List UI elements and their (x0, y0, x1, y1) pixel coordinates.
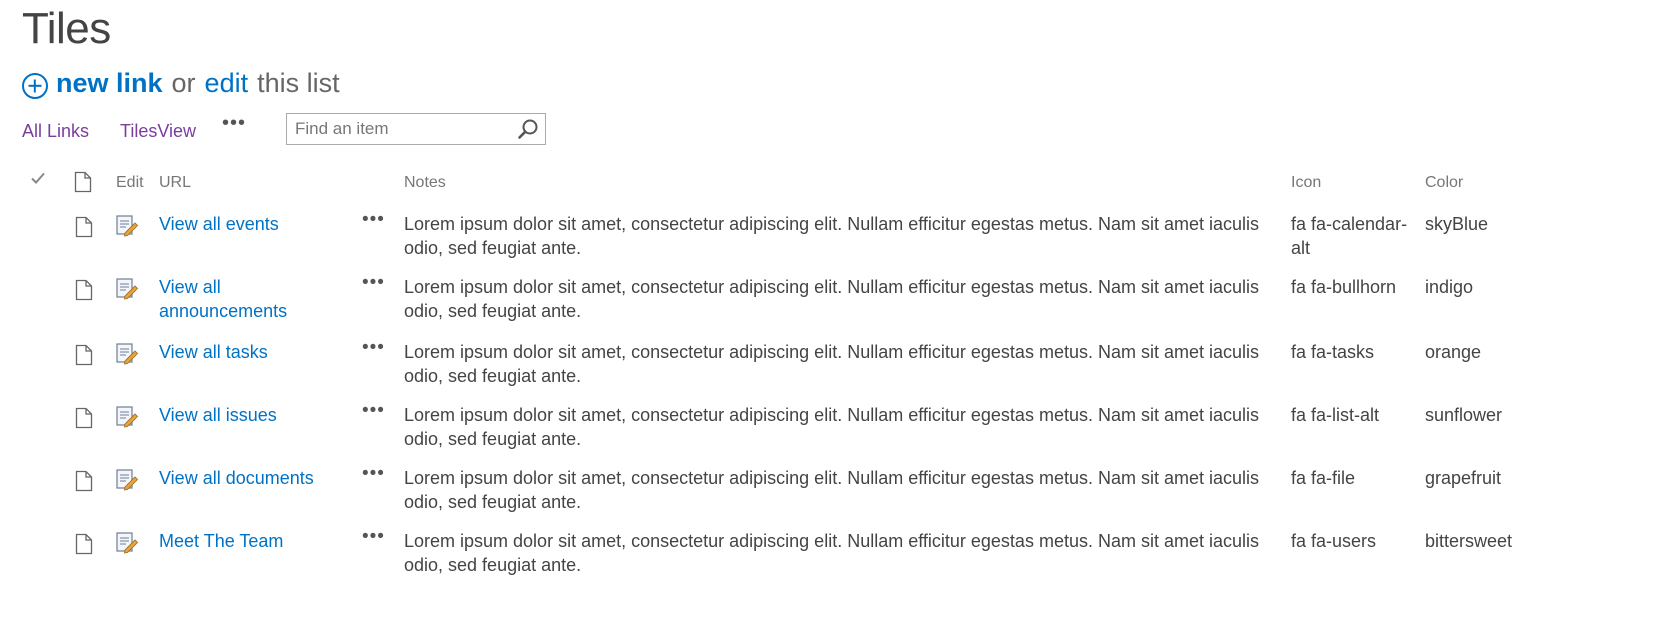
document-icon[interactable] (75, 407, 93, 435)
url-link[interactable]: View all events (159, 212, 339, 236)
notes-cell: Lorem ipsum dolor sit amet, consectetur … (404, 468, 1260, 512)
color-cell: orange (1425, 342, 1482, 362)
column-header-notes[interactable]: Notes (404, 174, 446, 192)
icon-cell: fa fa-bullhorn (1291, 277, 1397, 297)
notes-cell: Lorem ipsum dolor sit amet, consectetur … (404, 214, 1260, 258)
edit-item-icon[interactable] (115, 214, 139, 244)
select-all-checkmark-icon[interactable] (30, 170, 46, 191)
notes-cell: Lorem ipsum dolor sit amet, consectetur … (404, 405, 1260, 449)
search-box (286, 113, 546, 145)
url-link[interactable]: View all announcements (159, 275, 299, 323)
icon-cell: fa fa-tasks (1291, 342, 1375, 362)
edit-item-icon[interactable] (115, 277, 139, 307)
url-link[interactable]: View all issues (159, 403, 339, 427)
column-header-color[interactable]: Color (1425, 174, 1463, 192)
add-circle-icon[interactable] (22, 72, 48, 99)
document-icon[interactable] (75, 533, 93, 561)
view-tab-all-links[interactable]: All Links (22, 121, 89, 142)
color-cell: indigo (1425, 277, 1474, 297)
edit-item-icon[interactable] (115, 342, 139, 372)
url-link[interactable]: Meet The Team (159, 529, 339, 553)
column-header-url[interactable]: URL (159, 174, 191, 192)
item-menu-button[interactable]: ••• (362, 462, 385, 486)
this-list-text: this list (257, 68, 340, 98)
document-icon[interactable] (75, 216, 93, 244)
item-menu-button[interactable]: ••• (362, 208, 385, 232)
search-icon[interactable] (516, 116, 539, 142)
notes-cell: Lorem ipsum dolor sit amet, consectetur … (404, 277, 1260, 321)
edit-list-link[interactable]: edit (205, 68, 249, 99)
more-views-button[interactable]: ••• (222, 112, 246, 135)
column-header-edit: Edit (116, 174, 144, 191)
search-input[interactable] (287, 115, 516, 143)
color-cell: skyBlue (1425, 214, 1489, 234)
column-header-icon[interactable]: Icon (1291, 174, 1321, 192)
view-tab-tilesview[interactable]: TilesView (120, 121, 196, 142)
color-cell: sunflower (1425, 405, 1503, 425)
item-menu-button[interactable]: ••• (362, 399, 385, 423)
item-menu-button[interactable]: ••• (362, 525, 385, 549)
document-type-header-icon (74, 171, 92, 198)
notes-cell: Lorem ipsum dolor sit amet, consectetur … (404, 531, 1260, 575)
color-cell: bittersweet (1425, 531, 1513, 551)
icon-cell: fa fa-file (1291, 468, 1356, 488)
document-icon[interactable] (75, 344, 93, 372)
color-cell: grapefruit (1425, 468, 1502, 488)
or-text: or (171, 68, 196, 98)
item-menu-button[interactable]: ••• (362, 336, 385, 360)
url-link[interactable]: View all tasks (159, 340, 339, 364)
document-icon[interactable] (75, 279, 93, 307)
edit-item-icon[interactable] (115, 405, 139, 435)
edit-item-icon[interactable] (115, 468, 139, 498)
item-menu-button[interactable]: ••• (362, 271, 385, 295)
edit-item-icon[interactable] (115, 531, 139, 561)
icon-cell: fa fa-calendar-alt (1291, 214, 1408, 258)
icon-cell: fa fa-list-alt (1291, 405, 1380, 425)
new-link-button[interactable]: new link (56, 68, 163, 99)
document-icon[interactable] (75, 470, 93, 498)
list-actions: new link or edit this list (22, 68, 340, 99)
notes-cell: Lorem ipsum dolor sit amet, consectetur … (404, 342, 1260, 386)
icon-cell: fa fa-users (1291, 531, 1377, 551)
page-title: Tiles (22, 4, 111, 53)
url-link[interactable]: View all documents (159, 466, 339, 490)
